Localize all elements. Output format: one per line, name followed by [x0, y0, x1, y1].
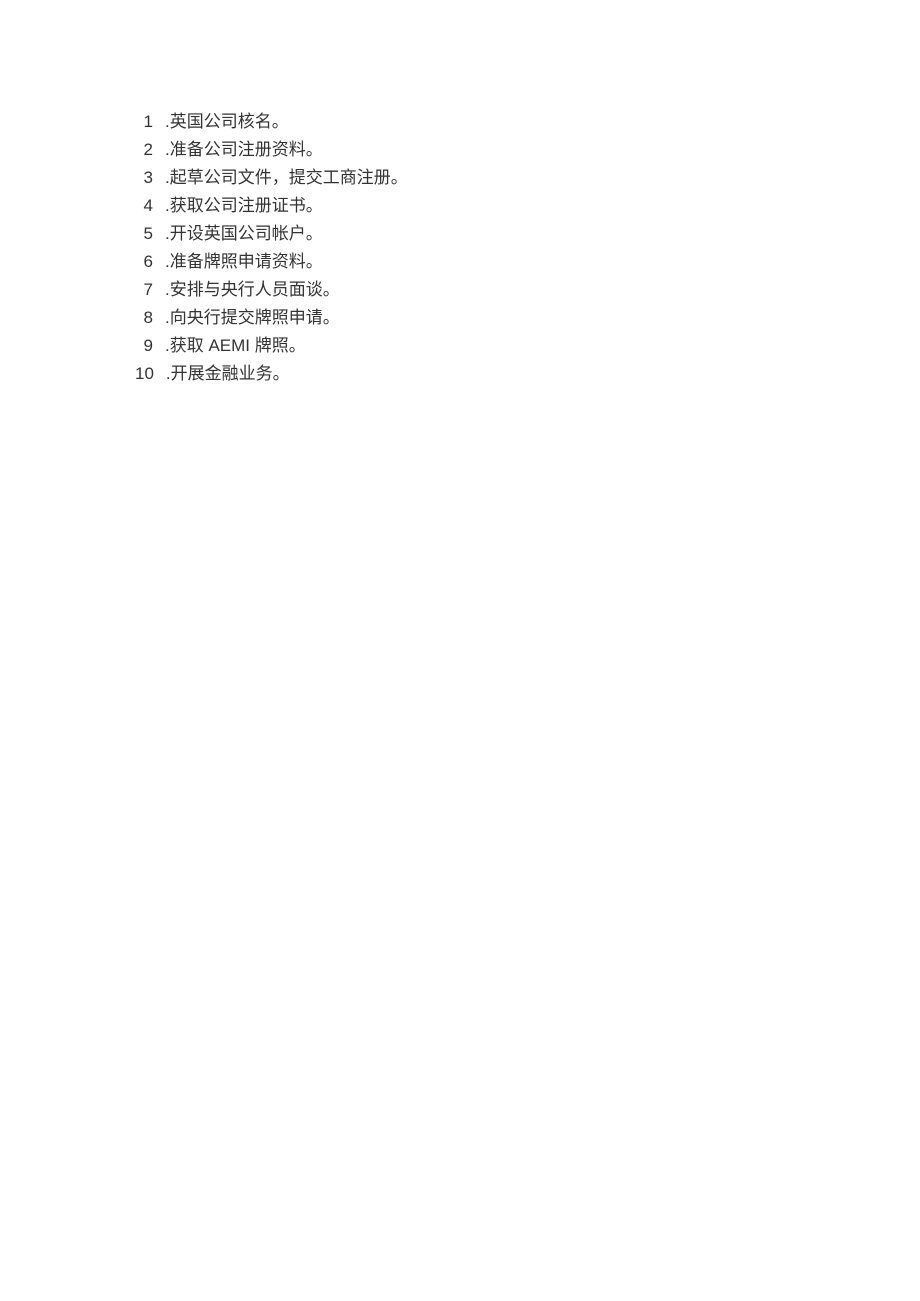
list-item: 1 .英国公司核名。 — [135, 108, 920, 136]
item-number: 7 — [135, 276, 165, 304]
item-text: .开展金融业务。 — [166, 360, 290, 388]
item-text: .准备公司注册资料。 — [165, 136, 323, 164]
list-item: 10 .开展金融业务。 — [135, 360, 920, 388]
list-item: 3 .起草公司文件，提交工商注册。 — [135, 164, 920, 192]
list-item: 7 .安排与央行人员面谈。 — [135, 276, 920, 304]
item-number: 6 — [135, 248, 165, 276]
list-item: 4 .获取公司注册证书。 — [135, 192, 920, 220]
list-item: 2 .准备公司注册资料。 — [135, 136, 920, 164]
item-number: 10 — [135, 360, 166, 388]
item-text: .准备牌照申请资料。 — [165, 248, 323, 276]
item-number: 9 — [135, 332, 165, 360]
numbered-list: 1 .英国公司核名。 2 .准备公司注册资料。 3 .起草公司文件，提交工商注册… — [135, 108, 920, 388]
item-text: .英国公司核名。 — [165, 108, 289, 136]
item-text: .向央行提交牌照申请。 — [165, 304, 340, 332]
item-text: .获取 AEMI 牌照。 — [165, 332, 306, 360]
item-number: 1 — [135, 108, 165, 136]
list-item: 5 .开设英国公司帐户。 — [135, 220, 920, 248]
item-number: 3 — [135, 164, 165, 192]
item-text: .获取公司注册证书。 — [165, 192, 323, 220]
item-number: 5 — [135, 220, 165, 248]
list-item: 8 .向央行提交牌照申请。 — [135, 304, 920, 332]
list-item: 6 .准备牌照申请资料。 — [135, 248, 920, 276]
item-number: 4 — [135, 192, 165, 220]
item-text: .开设英国公司帐户。 — [165, 220, 323, 248]
item-text: .起草公司文件，提交工商注册。 — [165, 164, 408, 192]
item-text: .安排与央行人员面谈。 — [165, 276, 340, 304]
item-number: 2 — [135, 136, 165, 164]
list-item: 9 .获取 AEMI 牌照。 — [135, 332, 920, 360]
item-number: 8 — [135, 304, 165, 332]
